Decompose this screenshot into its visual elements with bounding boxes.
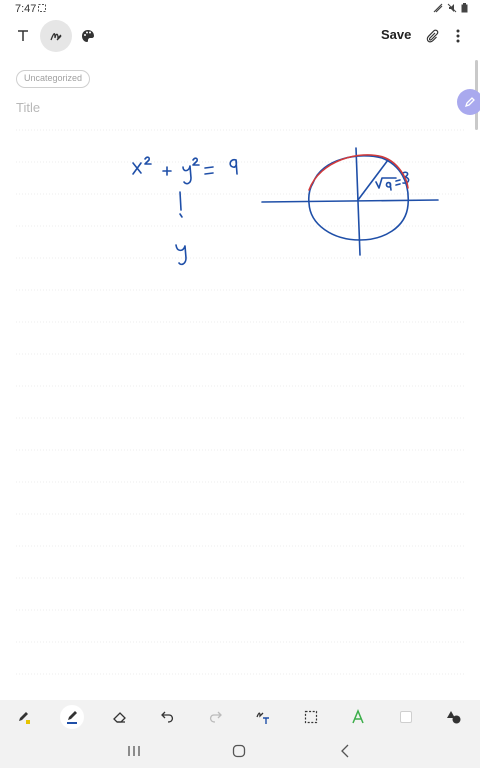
handwriting-to-text-button[interactable] [252, 706, 274, 728]
drawing-toolbar [0, 700, 480, 734]
redo-icon [209, 711, 222, 723]
highlighter-icon [19, 712, 30, 724]
text-style-icon [352, 709, 364, 724]
undo-button[interactable] [157, 706, 179, 728]
undo-icon [161, 711, 174, 723]
pen-tool-icon [67, 711, 77, 724]
eraser-icon [113, 712, 126, 723]
convert-text-icon [256, 712, 269, 724]
back-icon [341, 744, 349, 758]
system-navigation-bar [0, 734, 480, 768]
recents-button[interactable] [126, 743, 142, 759]
home-icon [232, 744, 246, 758]
pen-tool[interactable] [60, 705, 84, 729]
shapes-icon [447, 711, 461, 724]
shape-recognition-tool[interactable] [347, 706, 369, 728]
back-button[interactable] [337, 743, 353, 759]
home-button[interactable] [231, 743, 247, 759]
shapes-tool[interactable] [443, 706, 465, 728]
square-icon [400, 711, 412, 723]
background-tool[interactable] [395, 706, 417, 728]
select-icon [304, 710, 318, 724]
recents-icon [128, 746, 140, 756]
redo-button[interactable] [204, 706, 226, 728]
selection-tool[interactable] [300, 706, 322, 728]
handwriting-drawing [132, 147, 439, 266]
highlighter-tool[interactable] [13, 706, 35, 728]
eraser-tool[interactable] [109, 706, 131, 728]
